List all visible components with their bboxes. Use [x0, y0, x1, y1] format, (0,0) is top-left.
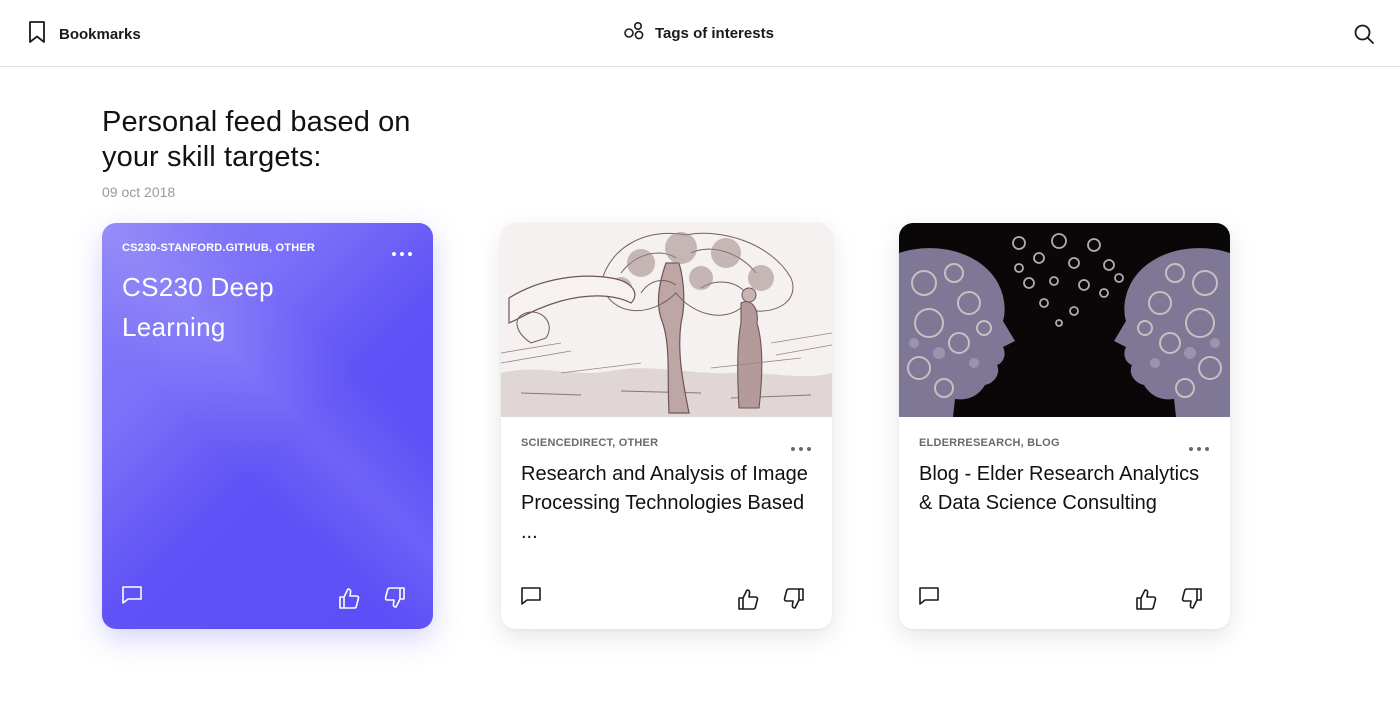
card-title[interactable]: CS230 Deep Learning: [122, 267, 382, 347]
bookmark-icon: [27, 20, 47, 49]
thumbs-up-icon[interactable]: [737, 588, 759, 610]
page-date: 09 oct 2018: [102, 184, 176, 200]
comment-icon[interactable]: [121, 584, 143, 606]
tags-label: Tags of interests: [655, 24, 774, 42]
more-dots-icon[interactable]: [391, 245, 413, 256]
thumbs-down-icon[interactable]: [384, 587, 406, 609]
card-title[interactable]: Research and Analysis of Image Processin…: [521, 460, 816, 547]
search-icon[interactable]: [1353, 23, 1375, 45]
thumbs-down-icon[interactable]: [783, 588, 805, 610]
card-image[interactable]: [899, 223, 1230, 417]
card-source: SCIENCEDIRECT, OTHER: [521, 437, 659, 449]
page-title: Personal feed based on your skill target…: [102, 106, 411, 173]
bookmarks-label: Bookmarks: [59, 25, 141, 43]
thumbs-up-icon[interactable]: [1135, 588, 1157, 610]
card-source: ELDERRESEARCH, BLOG: [919, 437, 1060, 449]
tags-icon: [623, 20, 645, 47]
card-source: CS230-STANFORD.GITHUB, OTHER: [122, 242, 316, 254]
bookmarks-link[interactable]: Bookmarks: [27, 20, 141, 49]
feed-card[interactable]: ELDERRESEARCH, BLOG Blog - Elder Researc…: [899, 223, 1230, 629]
more-dots-icon[interactable]: [1188, 440, 1210, 451]
thumbs-down-icon[interactable]: [1181, 588, 1203, 610]
comment-icon[interactable]: [918, 585, 940, 607]
thumbs-up-icon[interactable]: [338, 587, 360, 609]
more-dots-icon[interactable]: [790, 440, 812, 451]
card-title[interactable]: Blog - Elder Research Analytics & Data S…: [919, 460, 1214, 518]
feed-card[interactable]: SCIENCEDIRECT, OTHER Research and Analys…: [501, 223, 832, 629]
tags-of-interests-link[interactable]: Tags of interests: [623, 21, 774, 45]
top-bar: Bookmarks Tags of interests: [0, 0, 1400, 67]
comment-icon[interactable]: [520, 585, 542, 607]
card-image[interactable]: [501, 223, 832, 417]
feed-card[interactable]: CS230-STANFORD.GITHUB, OTHER CS230 Deep …: [102, 223, 433, 629]
